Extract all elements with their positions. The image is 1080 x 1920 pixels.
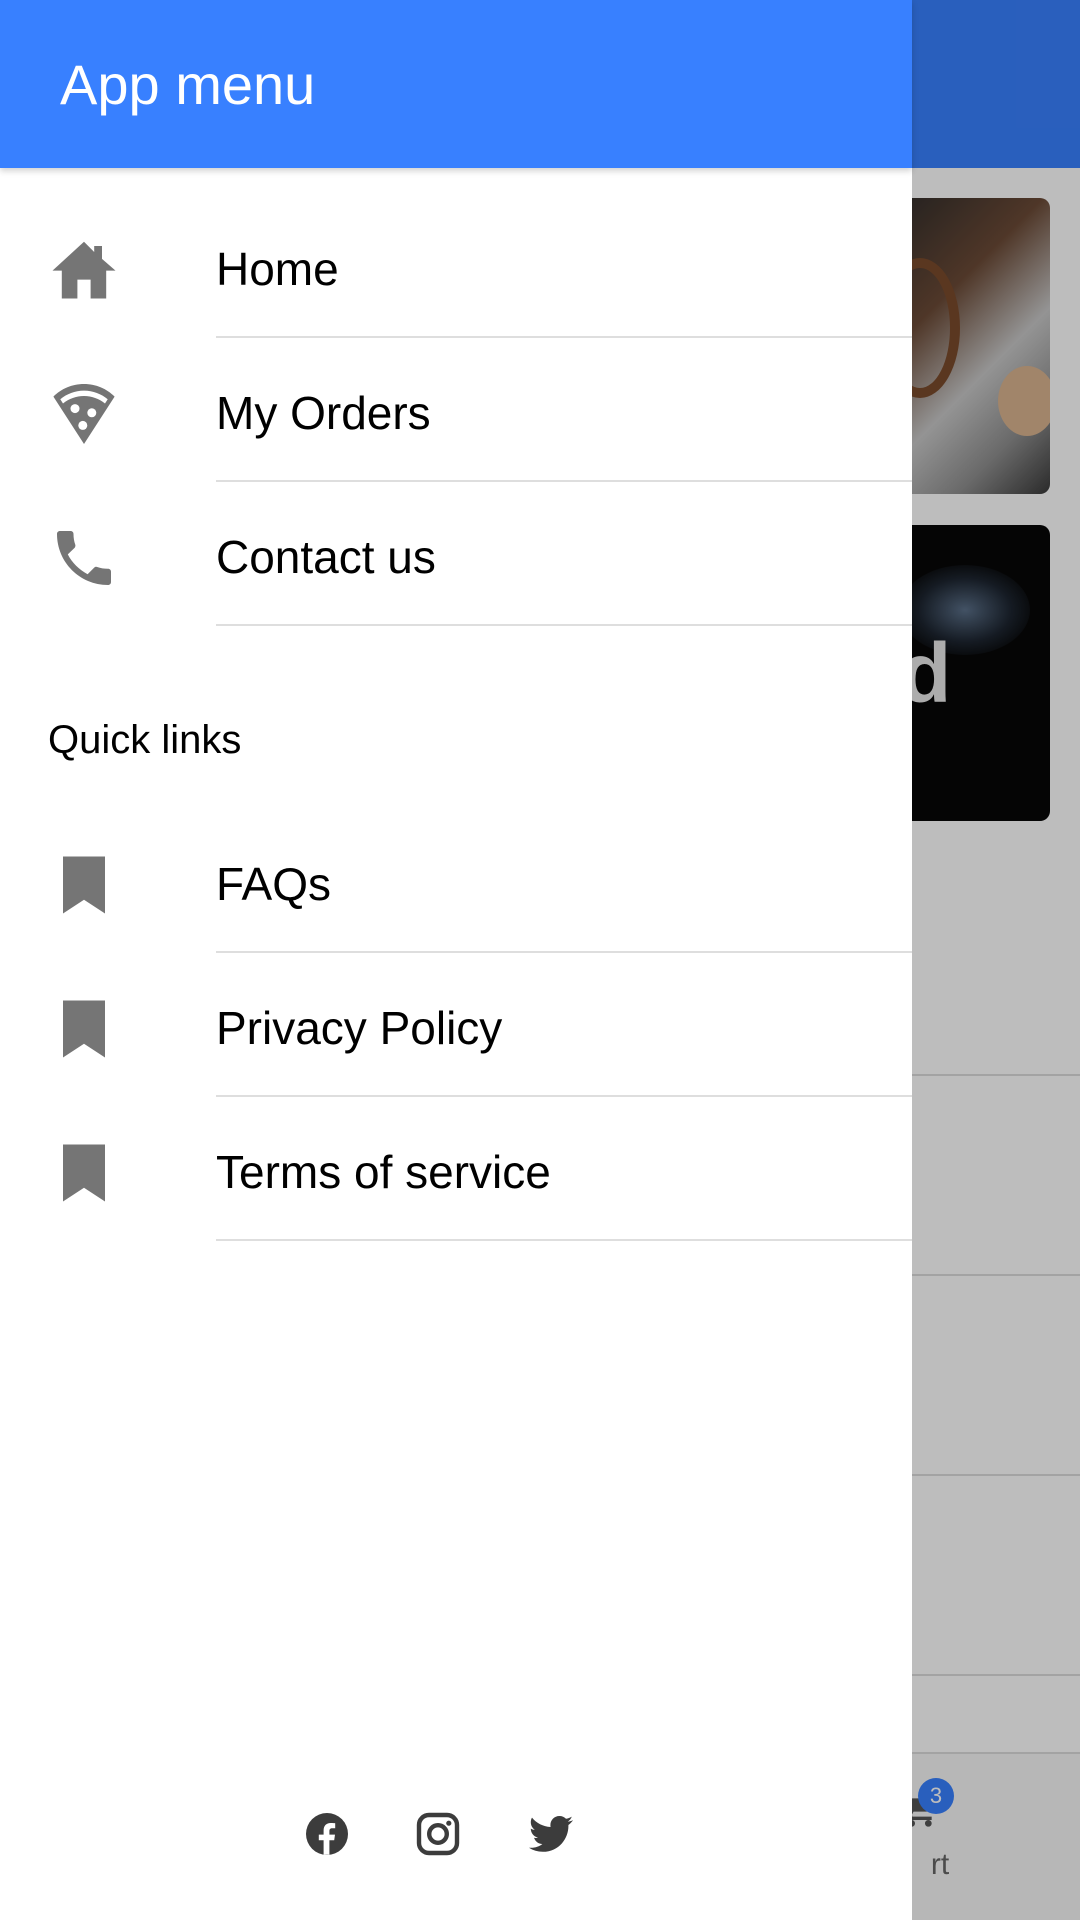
- menu-item-privacy-policy[interactable]: Privacy Policy: [0, 953, 912, 1097]
- menu-item-label: Home: [216, 243, 339, 295]
- divider: [216, 1239, 912, 1241]
- side-menu: App menu Home My Orders Contact us Quick…: [0, 0, 912, 1920]
- menu-title: App menu: [60, 53, 316, 116]
- menu-item-home[interactable]: Home: [0, 194, 912, 338]
- menu-item-label: Contact us: [216, 531, 436, 583]
- menu-item-label: FAQs: [216, 858, 332, 910]
- bookmark-icon: [48, 1137, 120, 1209]
- home-icon: [48, 234, 120, 306]
- menu-item-label: Privacy Policy: [216, 1002, 503, 1054]
- social-links: [0, 1810, 912, 1870]
- menu-item-label: Terms of service: [216, 1146, 551, 1198]
- menu-item-label: My Orders: [216, 387, 431, 439]
- bookmark-icon: [48, 993, 120, 1065]
- facebook-icon[interactable]: [303, 1810, 351, 1858]
- menu-item-my-orders[interactable]: My Orders: [0, 338, 912, 482]
- pizza-icon: [48, 378, 120, 450]
- menu-item-terms-of-service[interactable]: Terms of service: [0, 1097, 912, 1241]
- twitter-icon[interactable]: [527, 1810, 575, 1858]
- menu-header: App menu: [0, 0, 912, 168]
- bookmark-icon: [48, 849, 120, 921]
- instagram-icon[interactable]: [414, 1810, 462, 1858]
- divider: [216, 624, 912, 626]
- quick-links-header: Quick links: [48, 718, 242, 762]
- menu-item-faqs[interactable]: FAQs: [0, 809, 912, 953]
- phone-icon: [48, 522, 120, 594]
- menu-item-contact-us[interactable]: Contact us: [0, 482, 912, 626]
